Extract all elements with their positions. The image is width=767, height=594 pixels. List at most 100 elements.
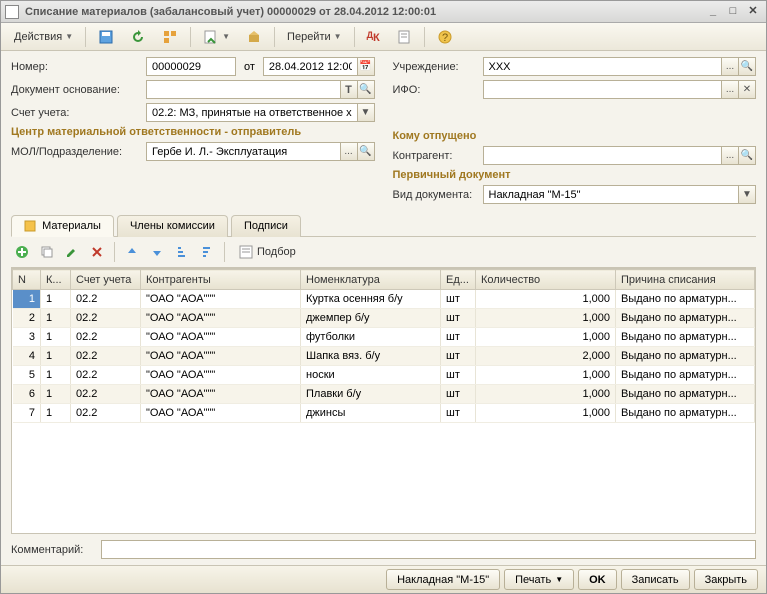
center-section-title: Центр материальной ответственности - отп… xyxy=(11,126,375,138)
prim-section-title: Первичный документ xyxy=(393,169,757,181)
app-window: Списание материалов (забалансовый учет) … xyxy=(0,0,767,594)
comment-input[interactable] xyxy=(101,540,756,559)
ifo-input[interactable] xyxy=(483,80,723,99)
help-icon[interactable]: ? xyxy=(430,26,460,48)
select-icon[interactable]: ... xyxy=(721,146,739,165)
table-row[interactable]: 6102.2"ОАО "АОА"""Плавки б/ушт1,000Выдан… xyxy=(13,385,755,404)
report-icon[interactable] xyxy=(389,26,419,48)
app-icon xyxy=(5,5,19,19)
actions-menu[interactable]: Действия▼ xyxy=(7,26,80,48)
window-title: Списание материалов (забалансовый учет) … xyxy=(25,6,702,18)
col-nom[interactable]: Номенклатура xyxy=(301,270,441,290)
close-button[interactable]: Закрыть xyxy=(694,569,758,590)
select-icon[interactable]: ... xyxy=(721,80,739,99)
select-icon[interactable]: ... xyxy=(340,142,358,161)
comment-label: Комментарий: xyxy=(11,544,101,556)
col-qty[interactable]: Количество xyxy=(476,270,616,290)
table-row[interactable]: 3102.2"ОАО "АОА"""футболкишт1,000Выдано … xyxy=(13,328,755,347)
number-input[interactable] xyxy=(146,57,236,76)
minimize-button[interactable]: _ xyxy=(704,4,722,20)
counterparty-input[interactable] xyxy=(483,146,723,165)
account-select[interactable] xyxy=(146,103,358,122)
search-icon[interactable]: 🔍 xyxy=(738,146,756,165)
komu-section-title: Кому отпущено xyxy=(393,130,757,142)
table-row[interactable]: 5102.2"ОАО "АОА"""носкишт1,000Выдано по … xyxy=(13,366,755,385)
titlebar: Списание материалов (забалансовый учет) … xyxy=(1,1,766,23)
table-row[interactable]: 7102.2"ОАО "АОА"""джинсышт1,000Выдано по… xyxy=(13,404,755,423)
separator xyxy=(424,27,425,47)
copy-row-icon[interactable] xyxy=(36,242,58,262)
tabs: Материалы Члены комиссии Подписи xyxy=(11,214,756,237)
calendar-icon[interactable]: 📅 xyxy=(357,57,375,76)
date-input[interactable] xyxy=(263,57,358,76)
table-row[interactable]: 1102.2"ОАО "АОА"""Куртка осенняя б/ушт1,… xyxy=(13,290,755,309)
tab-commission[interactable]: Члены комиссии xyxy=(117,215,228,237)
viddoc-select[interactable] xyxy=(483,185,740,204)
separator xyxy=(114,242,115,262)
tab-materials[interactable]: Материалы xyxy=(11,215,114,237)
search-icon[interactable]: 🔍 xyxy=(357,80,375,99)
tab-signatures[interactable]: Подписи xyxy=(231,215,301,237)
account-label: Счет учета: xyxy=(11,107,146,119)
separator xyxy=(190,27,191,47)
nakladnaya-button[interactable]: Накладная "М-15" xyxy=(386,569,500,590)
doc-basis-label: Документ основание: xyxy=(11,84,146,96)
col-reason[interactable]: Причина списания xyxy=(616,270,755,290)
org-input[interactable] xyxy=(483,57,723,76)
search-icon[interactable]: 🔍 xyxy=(357,142,375,161)
ot-label: от xyxy=(244,61,255,73)
counterparty-label: Контрагент: xyxy=(393,150,483,162)
main-toolbar: Действия▼ ▼ Перейти▼ ДК ? xyxy=(1,23,766,51)
col-k[interactable]: К... xyxy=(41,270,71,290)
move-up-icon[interactable] xyxy=(121,242,143,262)
mol-input[interactable] xyxy=(146,142,341,161)
form-content: Номер: от 📅 Документ основание: T 🔍 Счет… xyxy=(1,51,766,565)
col-contr[interactable]: Контрагенты xyxy=(141,270,301,290)
mol-label: МОЛ/Подразделение: xyxy=(11,146,146,158)
goto-menu[interactable]: Перейти▼ xyxy=(280,26,349,48)
dropdown-icon[interactable]: ▼ xyxy=(738,185,756,204)
materials-grid[interactable]: N К... Счет учета Контрагенты Номенклату… xyxy=(11,268,756,534)
grid-toolbar: Подбор xyxy=(11,237,756,268)
print-button[interactable]: Печать▼ xyxy=(504,569,574,590)
maximize-button[interactable]: □ xyxy=(724,4,742,20)
edit-row-icon[interactable] xyxy=(61,242,83,262)
post-icon[interactable]: ▼ xyxy=(196,26,237,48)
number-label: Номер: xyxy=(11,61,146,73)
separator xyxy=(85,27,86,47)
table-row[interactable]: 4102.2"ОАО "АОА"""Шапка вяз. б/ушт2,000В… xyxy=(13,347,755,366)
delete-row-icon[interactable] xyxy=(86,242,108,262)
separator xyxy=(274,27,275,47)
type-icon[interactable]: T xyxy=(340,80,358,99)
separator xyxy=(224,242,225,262)
col-n[interactable]: N xyxy=(13,270,41,290)
sort-desc-icon[interactable] xyxy=(196,242,218,262)
movements-icon[interactable] xyxy=(239,26,269,48)
separator xyxy=(354,27,355,47)
debit-credit-icon[interactable]: ДК xyxy=(360,26,387,48)
select-icon[interactable]: ... xyxy=(721,57,739,76)
save-icon[interactable] xyxy=(91,26,121,48)
doc-basis-input[interactable] xyxy=(146,80,341,99)
table-row[interactable]: 2102.2"ОАО "АОА"""джемпер б/ушт1,000Выда… xyxy=(13,309,755,328)
ok-button[interactable]: OK xyxy=(578,569,617,590)
org-label: Учреждение: xyxy=(393,61,483,73)
col-unit[interactable]: Ед... xyxy=(441,270,476,290)
grid-header: N К... Счет учета Контрагенты Номенклату… xyxy=(13,270,755,290)
svg-text:?: ? xyxy=(442,32,448,44)
dropdown-icon[interactable]: ▼ xyxy=(357,103,375,122)
selection-button[interactable]: Подбор xyxy=(231,241,303,263)
col-acc[interactable]: Счет учета xyxy=(71,270,141,290)
search-icon[interactable]: 🔍 xyxy=(738,57,756,76)
structure-icon[interactable] xyxy=(155,26,185,48)
close-window-button[interactable]: ✕ xyxy=(744,4,762,20)
sort-asc-icon[interactable] xyxy=(171,242,193,262)
clear-icon[interactable]: ✕ xyxy=(738,80,756,99)
move-down-icon[interactable] xyxy=(146,242,168,262)
bottom-bar: Накладная "М-15" Печать▼ OK Записать Зак… xyxy=(1,565,766,593)
viddoc-label: Вид документа: xyxy=(393,189,483,201)
refresh-icon[interactable] xyxy=(123,26,153,48)
ifo-label: ИФО: xyxy=(393,84,483,96)
save-button[interactable]: Записать xyxy=(621,569,690,590)
add-row-icon[interactable] xyxy=(11,242,33,262)
